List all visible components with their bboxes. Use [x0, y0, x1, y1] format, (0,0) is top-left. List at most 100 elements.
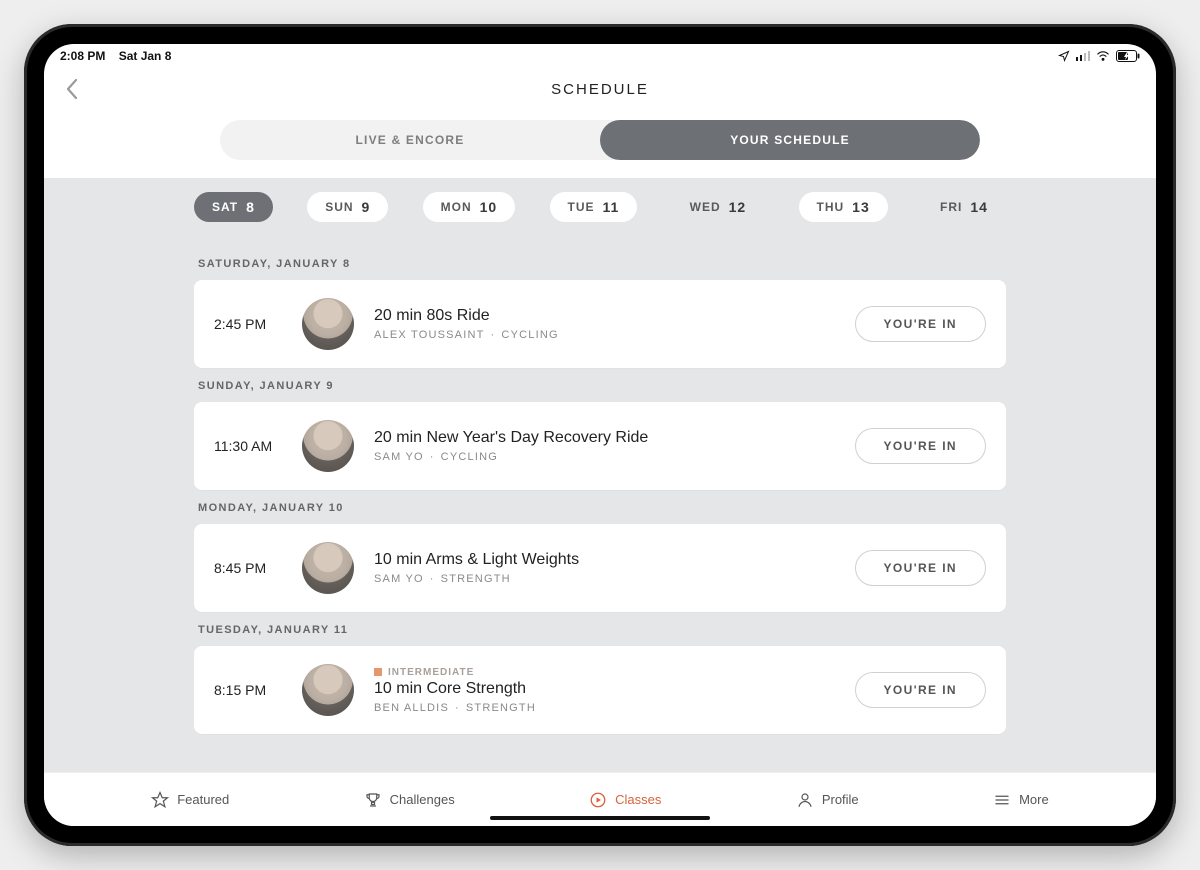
date-num: 8 [246, 199, 255, 215]
enrollment-status-button[interactable]: YOU'RE IN [855, 672, 986, 708]
class-info: INTERMEDIATE 10 min Core Strength BEN ALLD… [354, 667, 855, 714]
separator-dot: · [455, 702, 460, 714]
day-header: SATURDAY, JANUARY 8 [198, 258, 1002, 270]
day-header: SUNDAY, JANUARY 9 [198, 380, 1002, 392]
class-card[interactable]: 11:30 AM 20 min New Year's Day Recovery R… [194, 402, 1006, 490]
date-num: 11 [603, 199, 620, 215]
home-indicator[interactable] [490, 816, 710, 820]
class-category: CYCLING [441, 451, 498, 463]
tab-challenges-label: Challenges [390, 792, 455, 807]
segment-live-encore[interactable]: LIVE & ENCORE [220, 120, 600, 160]
class-card[interactable]: 8:15 PM INTERMEDIATE 10 min Core Strength B… [194, 646, 1006, 734]
segmented-control: LIVE & ENCORE YOUR SCHEDULE [44, 110, 1156, 178]
date-num: 13 [852, 199, 870, 215]
class-time: 11:30 AM [214, 438, 302, 454]
instructor-name: SAM YO [374, 573, 424, 585]
instructor-name: SAM YO [374, 451, 424, 463]
star-icon [151, 791, 169, 809]
day-header: MONDAY, JANUARY 10 [198, 502, 1002, 514]
date-num: 9 [362, 199, 371, 215]
date-chip-fri[interactable]: FRI 14 [922, 192, 1006, 222]
class-title: 20 min New Year's Day Recovery Ride [374, 429, 855, 447]
header: SCHEDULE [44, 68, 1156, 110]
enrollment-status-button[interactable]: YOU'RE IN [855, 550, 986, 586]
tab-profile-label: Profile [822, 792, 859, 807]
class-subtitle: SAM YO · STRENGTH [374, 573, 855, 585]
separator-dot: · [491, 329, 496, 341]
tab-challenges[interactable]: Challenges [364, 791, 455, 809]
enrollment-status-button[interactable]: YOU'RE IN [855, 428, 986, 464]
class-time: 8:45 PM [214, 560, 302, 576]
class-card[interactable]: 8:45 PM 10 min Arms & Light Weights SAM YO… [194, 524, 1006, 612]
day-header: TUESDAY, JANUARY 11 [198, 624, 1002, 636]
tab-profile[interactable]: Profile [796, 791, 859, 809]
enrollment-status-button[interactable]: YOU'RE IN [855, 306, 986, 342]
menu-icon [993, 791, 1011, 809]
instructor-avatar [302, 298, 354, 350]
tab-more[interactable]: More [993, 791, 1049, 809]
tab-featured-label: Featured [177, 792, 229, 807]
date-num: 10 [480, 199, 498, 215]
separator-dot: · [430, 451, 435, 463]
date-chip-sun[interactable]: SUN 9 [307, 192, 388, 222]
tab-classes-label: Classes [615, 792, 661, 807]
status-date: Sat Jan 8 [119, 49, 172, 63]
play-circle-icon [589, 791, 607, 809]
date-dow: THU [817, 200, 845, 214]
class-info: 20 min 80s Ride ALEX TOUSSAINT · CYCLING [354, 307, 855, 341]
class-category: STRENGTH [441, 573, 511, 585]
class-info: 10 min Arms & Light Weights SAM YO · STRENG… [354, 551, 855, 585]
class-card[interactable]: 2:45 PM 20 min 80s Ride ALEX TOUSSAINT · CYC… [194, 280, 1006, 368]
class-title: 20 min 80s Ride [374, 307, 855, 325]
class-info: 20 min New Year's Day Recovery Ride SAM Y… [354, 429, 855, 463]
date-selector: SAT 8 SUN 9 MON 10 TUE 11 WED12 THU 13 FRI 14 [44, 178, 1156, 236]
date-chip-mon[interactable]: MON 10 [423, 192, 516, 222]
date-dow: MON [441, 200, 472, 214]
instructor-name: ALEX TOUSSAINT [374, 329, 485, 341]
tab-classes[interactable]: Classes [589, 791, 661, 809]
date-chip-wed[interactable]: WED12 [672, 192, 765, 222]
difficulty-swatch-icon [374, 668, 382, 676]
date-num: 14 [970, 199, 988, 215]
status-bar: 2:08 PM Sat Jan 8 [44, 44, 1156, 68]
class-title: 10 min Core Strength [374, 680, 855, 698]
instructor-avatar [302, 420, 354, 472]
class-subtitle: BEN ALLDIS · STRENGTH [374, 702, 855, 714]
page-title: SCHEDULE [551, 81, 649, 98]
date-chip-tue[interactable]: TUE 11 [550, 192, 638, 222]
tablet-frame: 2:08 PM Sat Jan 8 SCHEDULE LIVE & ENCORE [24, 24, 1176, 846]
class-subtitle: ALEX TOUSSAINT · CYCLING [374, 329, 855, 341]
instructor-avatar [302, 664, 354, 716]
back-button[interactable] [58, 72, 86, 106]
signal-icon [1076, 51, 1090, 61]
class-title: 10 min Arms & Light Weights [374, 551, 855, 569]
difficulty-label: INTERMEDIATE [388, 667, 474, 678]
separator-dot: · [430, 573, 435, 585]
date-chip-thu[interactable]: THU 13 [799, 192, 888, 222]
difficulty-tag: INTERMEDIATE [374, 667, 855, 678]
location-icon [1058, 50, 1070, 62]
date-dow: TUE [568, 200, 595, 214]
class-subtitle: SAM YO · CYCLING [374, 451, 855, 463]
screen: 2:08 PM Sat Jan 8 SCHEDULE LIVE & ENCORE [44, 44, 1156, 826]
date-dow: SUN [325, 200, 353, 214]
class-time: 8:15 PM [214, 682, 302, 698]
instructor-avatar [302, 542, 354, 594]
tab-featured[interactable]: Featured [151, 791, 229, 809]
trophy-icon [364, 791, 382, 809]
user-icon [796, 791, 814, 809]
class-category: CYCLING [501, 329, 558, 341]
instructor-name: BEN ALLDIS [374, 702, 449, 714]
date-dow: SAT [212, 200, 238, 214]
schedule-list[interactable]: SATURDAY, JANUARY 8 2:45 PM 20 min 80s Rid… [44, 236, 1156, 784]
battery-icon [1116, 50, 1140, 62]
date-chip-sat[interactable]: SAT 8 [194, 192, 273, 222]
segment-your-schedule[interactable]: YOUR SCHEDULE [600, 120, 980, 160]
chevron-left-icon [65, 78, 79, 100]
class-category: STRENGTH [466, 702, 536, 714]
date-dow: FRI [940, 200, 962, 214]
date-dow: WED [690, 200, 721, 214]
wifi-icon [1096, 51, 1110, 61]
status-time: 2:08 PM [60, 49, 105, 63]
class-time: 2:45 PM [214, 316, 302, 332]
